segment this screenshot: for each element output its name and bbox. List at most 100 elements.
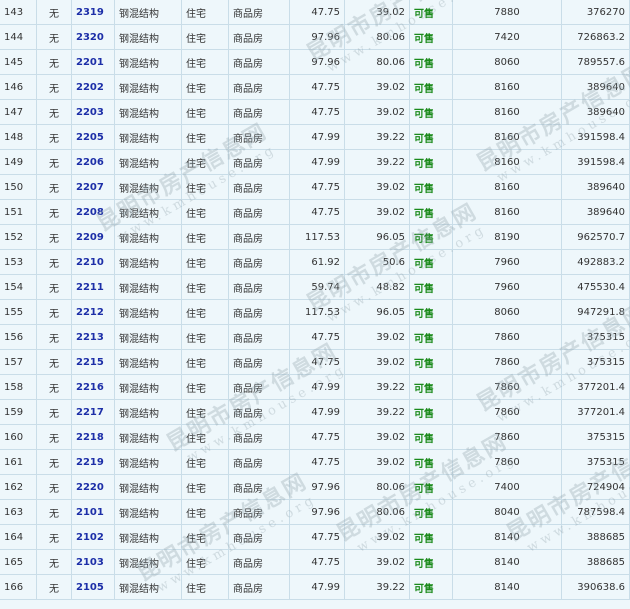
building-area-cell: 47.75: [289, 324, 345, 350]
room-number-link[interactable]: 2217: [76, 407, 104, 418]
room-number-link[interactable]: 2210: [76, 257, 104, 268]
room-number-link[interactable]: 2220: [76, 482, 104, 493]
room-number-link[interactable]: 2212: [76, 307, 104, 318]
row-index: 148: [0, 124, 37, 150]
property-type-cell: 商品房: [228, 24, 290, 50]
inner-area-cell: 39.02: [344, 549, 410, 575]
unit-price-cell: 8060: [452, 299, 562, 325]
room-number-link[interactable]: 2211: [76, 282, 104, 293]
structure-cell: 钢混结构: [114, 49, 182, 75]
room-number-link[interactable]: 2213: [76, 332, 104, 343]
inner-area-cell: 39.02: [344, 424, 410, 450]
total-price-cell: 376270: [561, 0, 630, 25]
building-area-cell: 47.75: [289, 74, 345, 100]
room-number-link[interactable]: 2320: [76, 32, 104, 43]
building-area-cell: 47.75: [289, 99, 345, 125]
total-price-cell: 389640: [561, 174, 630, 200]
total-price-cell: 947291.8: [561, 299, 630, 325]
room-number-link[interactable]: 2105: [76, 582, 104, 593]
room-number-link[interactable]: 2319: [76, 7, 104, 18]
status-badge: 可售: [409, 74, 453, 100]
structure-cell: 钢混结构: [114, 24, 182, 50]
total-price-cell: 391598.4: [561, 149, 630, 175]
room-number-link[interactable]: 2201: [76, 57, 104, 68]
room-number-cell: 2105: [71, 574, 115, 600]
building-area-cell: 47.75: [289, 174, 345, 200]
room-number-link[interactable]: 2103: [76, 557, 104, 568]
inner-area-cell: 48.82: [344, 274, 410, 300]
usage-cell: 住宅: [181, 449, 229, 475]
property-type-cell: 商品房: [228, 74, 290, 100]
row-index: 147: [0, 99, 37, 125]
status-badge: 可售: [409, 224, 453, 250]
table-row: 155 无 2212 钢混结构 住宅 商品房 117.53 96.05 可售 8…: [0, 299, 630, 325]
structure-cell: 钢混结构: [114, 374, 182, 400]
table-row: 160 无 2218 钢混结构 住宅 商品房 47.75 39.02 可售 78…: [0, 424, 630, 450]
room-number-link[interactable]: 2102: [76, 532, 104, 543]
unit-price-cell: 8140: [452, 549, 562, 575]
unit-price-cell: 7860: [452, 424, 562, 450]
unit-price-cell: 8140: [452, 524, 562, 550]
status-badge: 可售: [409, 449, 453, 475]
room-number-link[interactable]: 2218: [76, 432, 104, 443]
room-number-link[interactable]: 2205: [76, 132, 104, 143]
table-row: 153 无 2210 钢混结构 住宅 商品房 61.92 50.6 可售 796…: [0, 249, 630, 275]
building-area-cell: 47.75: [289, 0, 345, 25]
row-index: 150: [0, 174, 37, 200]
unit-price-cell: 7860: [452, 349, 562, 375]
property-type-cell: 商品房: [228, 424, 290, 450]
status-badge: 可售: [409, 24, 453, 50]
table-row: 151 无 2208 钢混结构 住宅 商品房 47.75 39.02 可售 81…: [0, 199, 630, 225]
inner-area-cell: 39.22: [344, 149, 410, 175]
unit-price-cell: 7400: [452, 474, 562, 500]
building-area-cell: 47.99: [289, 399, 345, 425]
row-mark: 无: [36, 24, 72, 50]
row-mark: 无: [36, 424, 72, 450]
row-index: 144: [0, 24, 37, 50]
building-area-cell: 117.53: [289, 299, 345, 325]
room-number-link[interactable]: 2206: [76, 157, 104, 168]
status-badge: 可售: [409, 349, 453, 375]
row-mark: 无: [36, 299, 72, 325]
inner-area-cell: 96.05: [344, 224, 410, 250]
unit-price-cell: 8160: [452, 99, 562, 125]
room-number-link[interactable]: 2203: [76, 107, 104, 118]
building-area-cell: 97.96: [289, 24, 345, 50]
unit-price-cell: 8190: [452, 224, 562, 250]
building-area-cell: 97.96: [289, 49, 345, 75]
property-type-cell: 商品房: [228, 49, 290, 75]
row-index: 149: [0, 149, 37, 175]
room-number-cell: 2218: [71, 424, 115, 450]
room-number-link[interactable]: 2209: [76, 232, 104, 243]
total-price-cell: 375315: [561, 324, 630, 350]
room-number-link[interactable]: 2219: [76, 457, 104, 468]
room-number-cell: 2207: [71, 174, 115, 200]
building-area-cell: 47.75: [289, 199, 345, 225]
unit-price-cell: 7860: [452, 449, 562, 475]
building-area-cell: 47.75: [289, 524, 345, 550]
inner-area-cell: 39.22: [344, 124, 410, 150]
inner-area-cell: 80.06: [344, 499, 410, 525]
room-number-link[interactable]: 2207: [76, 182, 104, 193]
status-badge: 可售: [409, 374, 453, 400]
room-number-link[interactable]: 2101: [76, 507, 104, 518]
table-row: 165 无 2103 钢混结构 住宅 商品房 47.75 39.02 可售 81…: [0, 549, 630, 575]
room-number-link[interactable]: 2216: [76, 382, 104, 393]
row-index: 160: [0, 424, 37, 450]
total-price-cell: 388685: [561, 549, 630, 575]
usage-cell: 住宅: [181, 24, 229, 50]
table-row: 145 无 2201 钢混结构 住宅 商品房 97.96 80.06 可售 80…: [0, 49, 630, 75]
room-number-link[interactable]: 2208: [76, 207, 104, 218]
room-number-link[interactable]: 2202: [76, 82, 104, 93]
table-row: 147 无 2203 钢混结构 住宅 商品房 47.75 39.02 可售 81…: [0, 99, 630, 125]
row-index: 145: [0, 49, 37, 75]
property-type-cell: 商品房: [228, 249, 290, 275]
unit-price-cell: 8160: [452, 199, 562, 225]
unit-price-cell: 7880: [452, 0, 562, 25]
status-badge: 可售: [409, 274, 453, 300]
inner-area-cell: 39.22: [344, 574, 410, 600]
room-number-cell: 2202: [71, 74, 115, 100]
total-price-cell: 389640: [561, 74, 630, 100]
usage-cell: 住宅: [181, 99, 229, 125]
room-number-link[interactable]: 2215: [76, 357, 104, 368]
